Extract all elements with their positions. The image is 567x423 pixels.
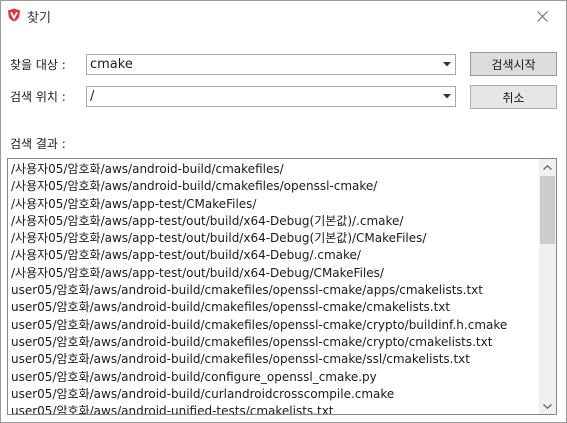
list-item[interactable]: /사용자05/암호화/aws/app-test/out/build/x64-De…	[8, 213, 541, 230]
list-item[interactable]: /사용자05/암호화/aws/android-build/cmakefiles/…	[8, 178, 541, 195]
scrollbar-thumb[interactable]	[540, 176, 555, 244]
search-target-value[interactable]: cmake	[90, 57, 133, 72]
search-location-label: 검색 위치 :	[10, 90, 66, 104]
list-item[interactable]: user05/암호화/aws/android-unified-tests/cma…	[8, 403, 541, 414]
list-item[interactable]: user05/암호화/aws/android-build/cmakefiles/…	[8, 282, 541, 299]
chevron-down-icon[interactable]	[438, 55, 455, 74]
close-button[interactable]	[527, 3, 557, 29]
list-item[interactable]: user05/암호화/aws/android-build/cmakefiles/…	[8, 299, 541, 316]
scroll-down-arrow-icon[interactable]	[539, 398, 556, 414]
search-location-value[interactable]: /	[90, 89, 94, 104]
start-search-button[interactable]: 검색시작	[470, 52, 557, 76]
close-icon	[536, 10, 548, 22]
search-location-combobox[interactable]: /	[86, 86, 456, 107]
vertical-scrollbar[interactable]	[539, 159, 556, 414]
list-item[interactable]: /사용자05/암호화/aws/android-build/cmakefiles/	[8, 161, 541, 178]
cancel-button[interactable]: 취소	[470, 85, 557, 109]
list-item[interactable]: /사용자05/암호화/aws/app-test/out/build/x64-De…	[8, 265, 541, 282]
find-dialog: 찾기 찾을 대상 : cmake 검색시작 검색 위치 : / 취소 검색 결과…	[0, 0, 567, 423]
list-item[interactable]: /사용자05/암호화/aws/app-test/out/build/x64-De…	[8, 230, 541, 247]
title-bar: 찾기	[1, 1, 566, 31]
list-item[interactable]: user05/암호화/aws/android-build/cmakefiles/…	[8, 351, 541, 368]
shield-v-logo-icon	[7, 8, 21, 22]
search-results-list[interactable]: /사용자05/암호화/aws/android-build/cmakefiles/…	[7, 158, 557, 415]
chevron-down-icon[interactable]	[438, 87, 455, 106]
list-item[interactable]: /사용자05/암호화/aws/app-test/out/build/x64-De…	[8, 247, 541, 264]
list-item[interactable]: /사용자05/암호화/aws/app-test/CMakeFiles/	[8, 196, 541, 213]
search-target-label: 찾을 대상 :	[10, 58, 66, 72]
search-results-label: 검색 결과 :	[10, 137, 66, 151]
list-item[interactable]: user05/암호화/aws/android-build/cmakefiles/…	[8, 317, 541, 334]
list-item[interactable]: user05/암호화/aws/android-build/curlandroid…	[8, 386, 541, 403]
search-target-combobox[interactable]: cmake	[86, 54, 456, 75]
list-item[interactable]: user05/암호화/aws/android-build/configure_o…	[8, 369, 541, 386]
list-item[interactable]: user05/암호화/aws/android-build/cmakefiles/…	[8, 334, 541, 351]
scroll-up-arrow-icon[interactable]	[539, 159, 556, 175]
window-title: 찾기	[27, 11, 51, 26]
